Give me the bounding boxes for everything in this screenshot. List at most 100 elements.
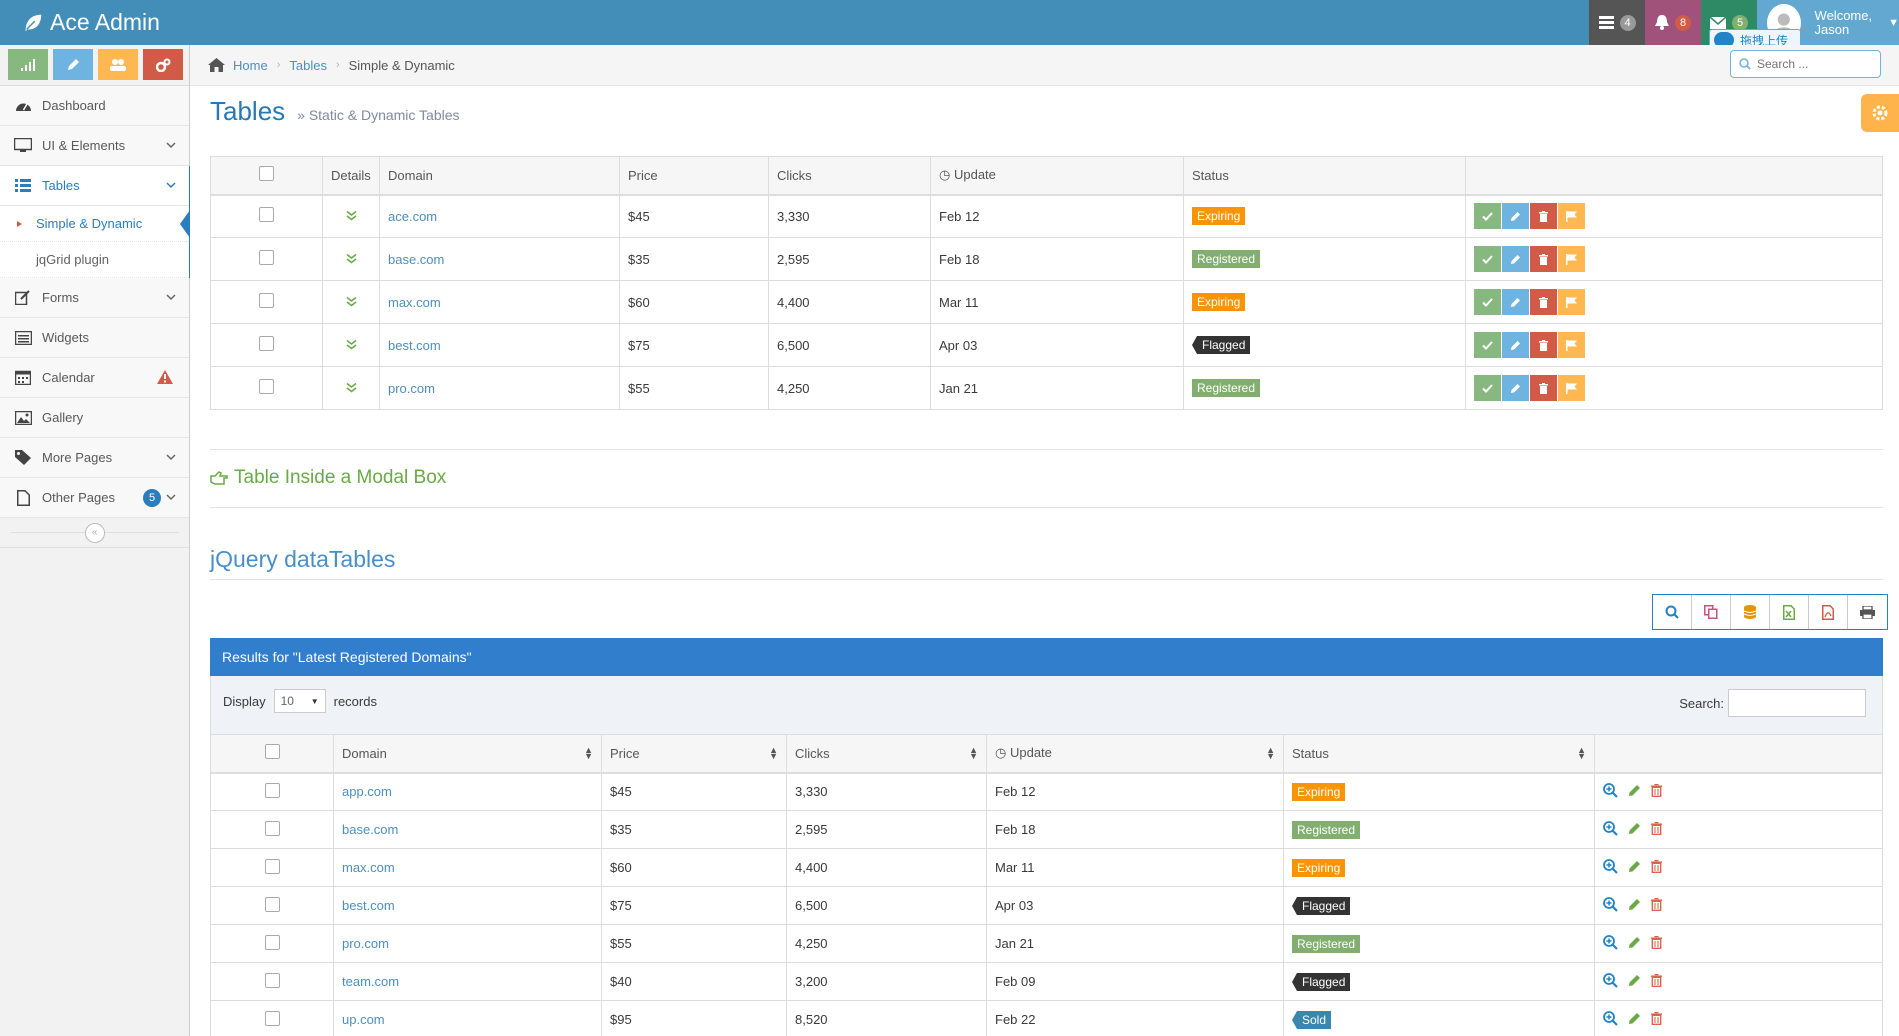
details-toggle[interactable]	[322, 194, 380, 238]
flag-button[interactable]	[1558, 375, 1585, 401]
flag-button[interactable]	[1558, 289, 1585, 315]
edit-button[interactable]	[1628, 1012, 1641, 1028]
domain-link[interactable]: best.com	[342, 898, 395, 913]
shortcut-users-button[interactable]	[98, 49, 138, 80]
edit-button[interactable]	[1502, 246, 1529, 272]
brand[interactable]: Ace Admin	[22, 9, 160, 36]
row-checkbox[interactable]	[264, 858, 280, 874]
edit-button[interactable]	[1502, 289, 1529, 315]
excel-button[interactable]	[1770, 595, 1809, 629]
delete-button[interactable]	[1530, 375, 1557, 401]
sidebar-item-forms[interactable]: Forms	[0, 278, 189, 318]
csv-button[interactable]	[1731, 595, 1770, 629]
domain-link[interactable]: base.com	[342, 822, 398, 837]
domain-link[interactable]: pro.com	[388, 381, 435, 396]
delete-button[interactable]	[1651, 859, 1662, 876]
pdf-button[interactable]	[1809, 595, 1848, 629]
row-checkbox[interactable]	[264, 782, 280, 798]
modal-table-link[interactable]: Table Inside a Modal Box	[210, 467, 446, 489]
search-input[interactable]	[1757, 57, 1867, 71]
domain-link[interactable]: app.com	[342, 784, 392, 799]
breadcrumb-tables-link[interactable]: Tables	[289, 58, 327, 73]
view-button[interactable]	[1603, 820, 1618, 839]
edit-button[interactable]	[1628, 822, 1641, 838]
sidebar-item-calendar[interactable]: Calendar	[0, 358, 189, 398]
sidebar-subitem-jqgrid[interactable]: jqGrid plugin	[0, 242, 189, 278]
row-checkbox[interactable]	[259, 336, 274, 351]
domain-link[interactable]: pro.com	[342, 936, 389, 951]
delete-button[interactable]	[1651, 1011, 1662, 1028]
domain-link[interactable]: max.com	[342, 860, 395, 875]
flag-button[interactable]	[1558, 203, 1585, 230]
breadcrumb-home-link[interactable]: Home	[233, 58, 268, 73]
flag-button[interactable]	[1558, 332, 1585, 358]
approve-button[interactable]	[1474, 332, 1501, 358]
sortable-header[interactable]: Clicks ▲ ▼	[786, 734, 987, 774]
delete-button[interactable]	[1530, 246, 1557, 272]
edit-button[interactable]	[1628, 784, 1641, 800]
delete-button[interactable]	[1651, 821, 1662, 838]
view-button[interactable]	[1603, 782, 1618, 801]
domain-link[interactable]: best.com	[388, 338, 441, 353]
approve-button[interactable]	[1474, 203, 1501, 230]
details-toggle[interactable]	[322, 323, 380, 367]
sidebar-item-ui-elements[interactable]: UI & Elements	[0, 126, 189, 166]
details-toggle[interactable]	[322, 237, 380, 281]
row-checkbox[interactable]	[259, 379, 274, 394]
delete-button[interactable]	[1651, 897, 1662, 914]
sidebar-subitem-simple-dynamic[interactable]: Simple & Dynamic	[0, 206, 190, 242]
domain-link[interactable]: max.com	[388, 295, 441, 310]
datatables-search-input[interactable]	[1728, 689, 1866, 717]
edit-button[interactable]	[1502, 203, 1529, 230]
approve-button[interactable]	[1474, 246, 1501, 272]
sidebar-item-more-pages[interactable]: More Pages	[0, 438, 189, 478]
sidebar-item-tables[interactable]: Tables	[0, 166, 189, 206]
flag-button[interactable]	[1558, 246, 1585, 272]
row-checkbox[interactable]	[264, 972, 280, 988]
sidebar-item-other-pages[interactable]: Other Pages 5	[0, 478, 189, 518]
sidebar-item-gallery[interactable]: Gallery	[0, 398, 189, 438]
delete-button[interactable]	[1651, 783, 1662, 800]
approve-button[interactable]	[1474, 375, 1501, 401]
view-button[interactable]	[1603, 972, 1618, 991]
sortable-header[interactable]: Domain ▲ ▼	[333, 734, 602, 774]
sidebar-item-widgets[interactable]: Widgets	[0, 318, 189, 358]
domain-link[interactable]: team.com	[342, 974, 399, 989]
row-checkbox[interactable]	[264, 820, 280, 836]
page-length-select[interactable]: 10 ▼	[273, 689, 326, 713]
row-checkbox[interactable]	[264, 1010, 280, 1026]
approve-button[interactable]	[1474, 289, 1501, 315]
domain-link[interactable]: ace.com	[388, 209, 437, 224]
delete-button[interactable]	[1530, 289, 1557, 315]
edit-button[interactable]	[1502, 332, 1529, 358]
notifications-button[interactable]: 8	[1645, 0, 1701, 45]
details-toggle[interactable]	[322, 366, 380, 410]
shortcut-edit-button[interactable]	[53, 49, 93, 80]
delete-button[interactable]	[1651, 935, 1662, 952]
edit-button[interactable]	[1628, 898, 1641, 914]
edit-button[interactable]	[1628, 936, 1641, 952]
column-visibility-button[interactable]	[1653, 595, 1692, 629]
delete-button[interactable]	[1530, 203, 1557, 230]
details-toggle[interactable]	[322, 280, 380, 324]
view-button[interactable]	[1603, 1010, 1618, 1029]
domain-link[interactable]: up.com	[342, 1012, 385, 1027]
row-checkbox[interactable]	[264, 934, 280, 950]
view-button[interactable]	[1603, 858, 1618, 877]
tasks-button[interactable]: 4	[1589, 0, 1645, 45]
edit-button[interactable]	[1502, 375, 1529, 401]
edit-button[interactable]	[1628, 860, 1641, 876]
shortcut-chart-button[interactable]	[8, 49, 48, 80]
sortable-header[interactable]: ◷ Update ▲ ▼	[986, 734, 1284, 774]
sortable-header[interactable]: Status ▲ ▼	[1283, 734, 1595, 774]
select-all-checkbox[interactable]	[259, 166, 274, 182]
select-all-checkbox[interactable]	[264, 744, 280, 760]
print-button[interactable]	[1848, 595, 1887, 629]
view-button[interactable]	[1603, 896, 1618, 915]
row-checkbox[interactable]	[259, 207, 274, 223]
row-checkbox[interactable]	[259, 250, 274, 265]
sidebar-item-dashboard[interactable]: Dashboard	[0, 86, 189, 126]
row-checkbox[interactable]	[264, 896, 280, 912]
view-button[interactable]	[1603, 934, 1618, 953]
sortable-header[interactable]: Price ▲ ▼	[601, 734, 787, 774]
